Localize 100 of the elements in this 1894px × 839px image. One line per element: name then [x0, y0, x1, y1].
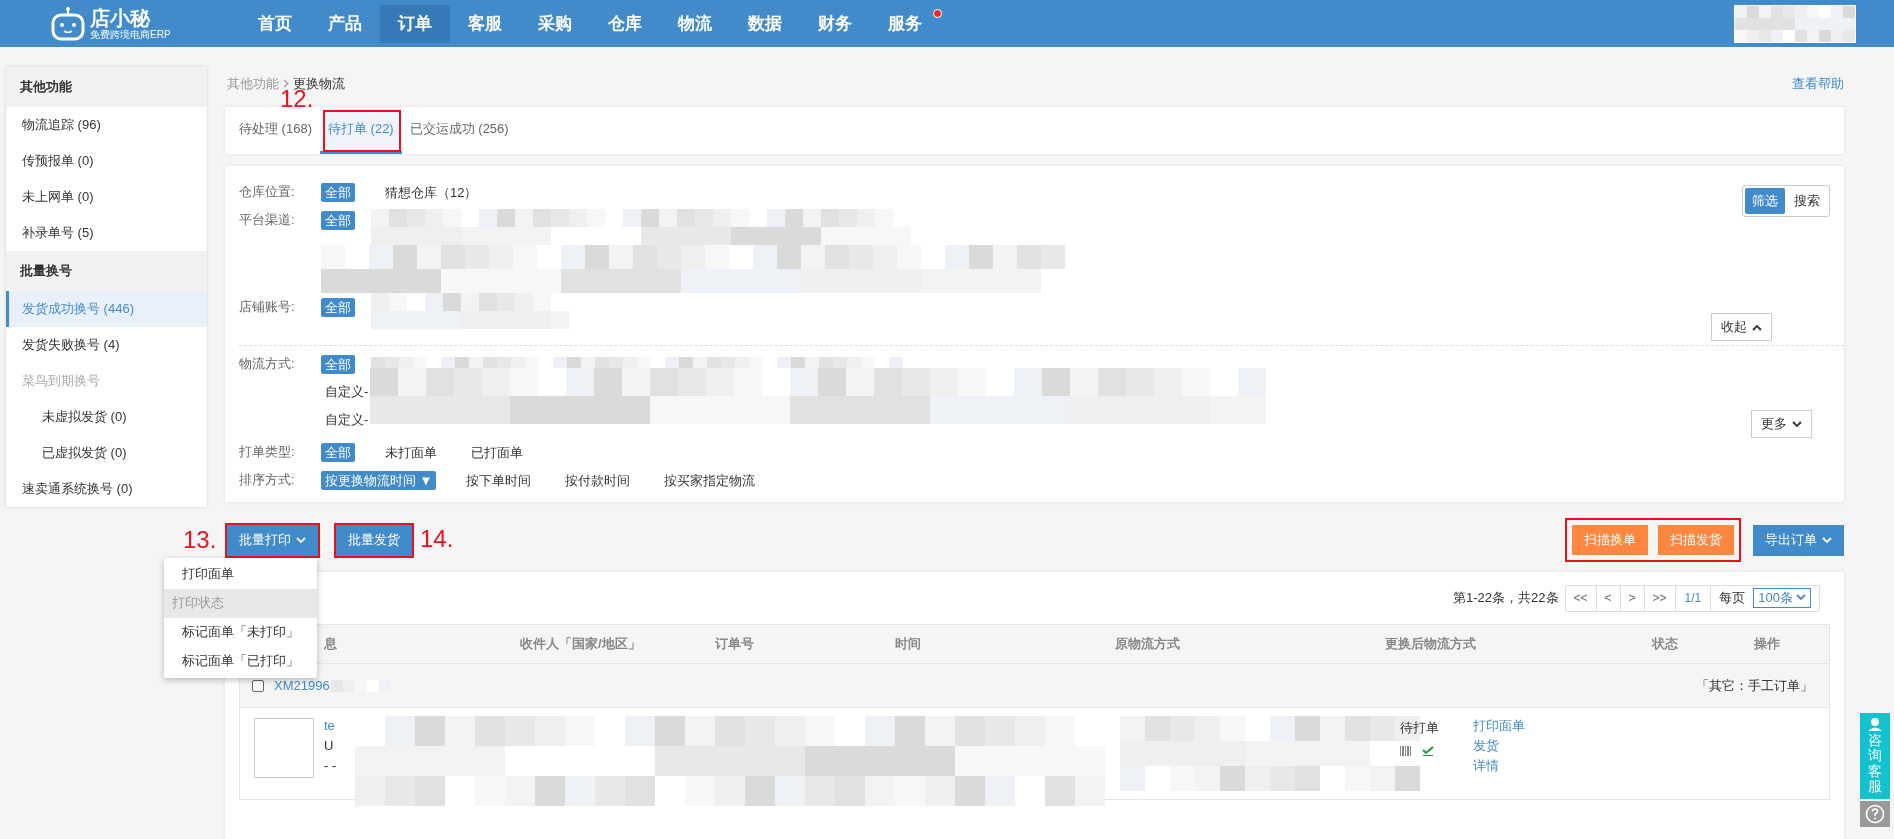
help-button[interactable] [1860, 800, 1890, 827]
sidebar-item[interactable]: 未上网单 (0) [6, 179, 207, 215]
order-type-tag: 「其它：手工订单」 [1696, 675, 1813, 696]
pagination-summary: 第1-22条，共22条 [1453, 589, 1559, 608]
caret-down-icon [296, 536, 306, 544]
product-info-text: - - [324, 757, 337, 775]
sidebar-section-header: 其他功能 [6, 67, 207, 107]
checkmark-icon [1422, 745, 1434, 756]
chevron-right-icon [283, 78, 289, 88]
robot-logo-icon [50, 6, 86, 41]
tab[interactable]: 已交运成功 (256) [401, 107, 517, 154]
breadcrumb-item[interactable]: 其他功能 [227, 73, 279, 93]
column-header: 状态 [1652, 636, 1678, 652]
support-button[interactable]: 咨询客服 [1860, 713, 1890, 799]
chevron-up-icon [1752, 323, 1762, 331]
column-header: 息 [324, 636, 337, 652]
help-link[interactable]: 查看帮助 [1792, 73, 1844, 93]
scan-button[interactable]: 扫描换单 [1572, 525, 1648, 555]
nav-tab[interactable]: 财务 [800, 4, 870, 43]
nav-tab[interactable]: 采购 [520, 4, 590, 43]
column-header: 时间 [895, 636, 921, 652]
more-button[interactable]: 更多 [1751, 410, 1812, 438]
annotation-number: 14. [420, 524, 454, 552]
filter-option[interactable]: 按买家指定物流 [660, 470, 760, 490]
sidebar-item[interactable]: 发货成功换号 (446) [6, 291, 207, 327]
filter-option[interactable]: 未打面单 [381, 442, 441, 462]
product-info-text: te [324, 717, 336, 735]
sidebar-item[interactable]: 传预报单 (0) [6, 143, 207, 179]
filter-label: 排序方式: [239, 471, 296, 490]
checkbox[interactable] [252, 679, 264, 692]
shipping-method-option[interactable]: 自定义- [321, 406, 369, 434]
sidebar-section-header: 批量换号 [6, 251, 207, 291]
filter-label: 店铺账号: [239, 298, 296, 317]
row-action-link[interactable]: 打印面单 [1473, 716, 1525, 736]
agent-icon [1867, 717, 1883, 731]
sidebar-item[interactable]: 物流追踪 (96) [6, 107, 207, 143]
page-button[interactable]: > [1620, 585, 1645, 611]
filter-label: 物流方式: [239, 355, 296, 374]
filter-option[interactable]: 按更换物流时间 ▼ [321, 470, 437, 490]
nav-tab[interactable]: 首页 [240, 4, 310, 43]
product-thumbnail [254, 718, 314, 778]
nav-tab[interactable]: 物流 [660, 4, 730, 43]
action-button[interactable]: 批量发货 [336, 524, 412, 556]
logo-text: 店小秘 [90, 7, 152, 28]
filter-option[interactable]: 按下单时间 [462, 470, 536, 490]
nav-tab[interactable]: 产品 [310, 4, 380, 43]
product-info-text: U [324, 737, 335, 755]
filter-label: 打单类型: [239, 443, 296, 462]
column-header: 收件人「国家/地区」 [520, 636, 641, 652]
page-button[interactable]: << [1565, 585, 1597, 611]
filter-option[interactable]: 按付款时间 [561, 470, 635, 490]
sidebar-item[interactable]: 补录单号 (5) [6, 215, 207, 251]
chevron-down-icon [1796, 594, 1806, 601]
caret-down-icon [1822, 536, 1832, 544]
barcode-icon [1400, 745, 1412, 756]
nav-tab[interactable]: 订单 [380, 4, 450, 43]
row-action-link[interactable]: 发货 [1473, 736, 1525, 756]
column-header: 原物流方式 [1115, 636, 1180, 652]
menu-item[interactable]: 标记面单「已打印」 [164, 646, 317, 676]
filter-option[interactable]: 全部 [321, 210, 355, 230]
help-icon [1865, 803, 1885, 824]
filter-option[interactable]: 全部 [321, 182, 355, 202]
column-header: 操作 [1754, 636, 1780, 652]
filter-option[interactable]: 全部 [321, 442, 355, 462]
filter-option[interactable]: 已打面单 [467, 442, 527, 462]
menu-item[interactable]: 打印面单 [164, 559, 317, 589]
chevron-down-icon [1792, 420, 1802, 428]
nav-tab[interactable]: 仓库 [590, 4, 660, 43]
status-text: 待打单 [1400, 719, 1439, 737]
logo-tagline: 免费跨境电商ERP [90, 29, 171, 40]
tab[interactable]: 待处理 (168) [231, 107, 320, 154]
per-page-label: 每页 [1718, 589, 1747, 608]
menu-group-label: 打印状态 [164, 588, 317, 618]
segment-button[interactable]: 筛选 [1745, 188, 1785, 214]
nav-tab[interactable]: 服务 [870, 4, 940, 43]
per-page-select[interactable]: 100条 [1753, 587, 1811, 608]
menu-item[interactable]: 标记面单「未打印」 [164, 617, 317, 647]
filter-label: 平台渠道: [239, 211, 296, 230]
filter-label: 仓库位置: [239, 183, 296, 202]
scan-button[interactable]: 扫描发货 [1658, 525, 1734, 555]
segment-button[interactable]: 搜索 [1787, 188, 1827, 214]
column-header: 订单号 [715, 636, 754, 652]
sidebar-item[interactable]: 速卖通系统换号 (0) [6, 471, 207, 507]
annotation-number: 13. [183, 525, 217, 553]
column-header: 更换后物流方式 [1385, 636, 1476, 652]
collapse-button[interactable]: 收起 [1711, 313, 1772, 341]
order-id-link[interactable]: XM21996 [274, 675, 330, 696]
filter-option[interactable]: 全部 [321, 297, 355, 317]
page-button[interactable]: < [1596, 585, 1621, 611]
nav-tab[interactable]: 数据 [730, 4, 800, 43]
row-action-link[interactable]: 详情 [1473, 756, 1525, 776]
shipping-method-option[interactable]: 自定义- [321, 378, 369, 406]
page-button[interactable]: >> [1644, 585, 1676, 611]
filter-option[interactable]: 猜想仓库（12） [381, 182, 482, 202]
page-indicator: 1/1 [1675, 585, 1712, 611]
filter-option[interactable]: 全部 [321, 354, 355, 374]
export-button[interactable]: 导出订单 [1753, 524, 1844, 556]
action-button[interactable]: 批量打印 [227, 524, 318, 556]
nav-tab[interactable]: 客服 [450, 4, 520, 43]
sidebar-item[interactable]: 发货失败换号 (4) [6, 327, 207, 363]
